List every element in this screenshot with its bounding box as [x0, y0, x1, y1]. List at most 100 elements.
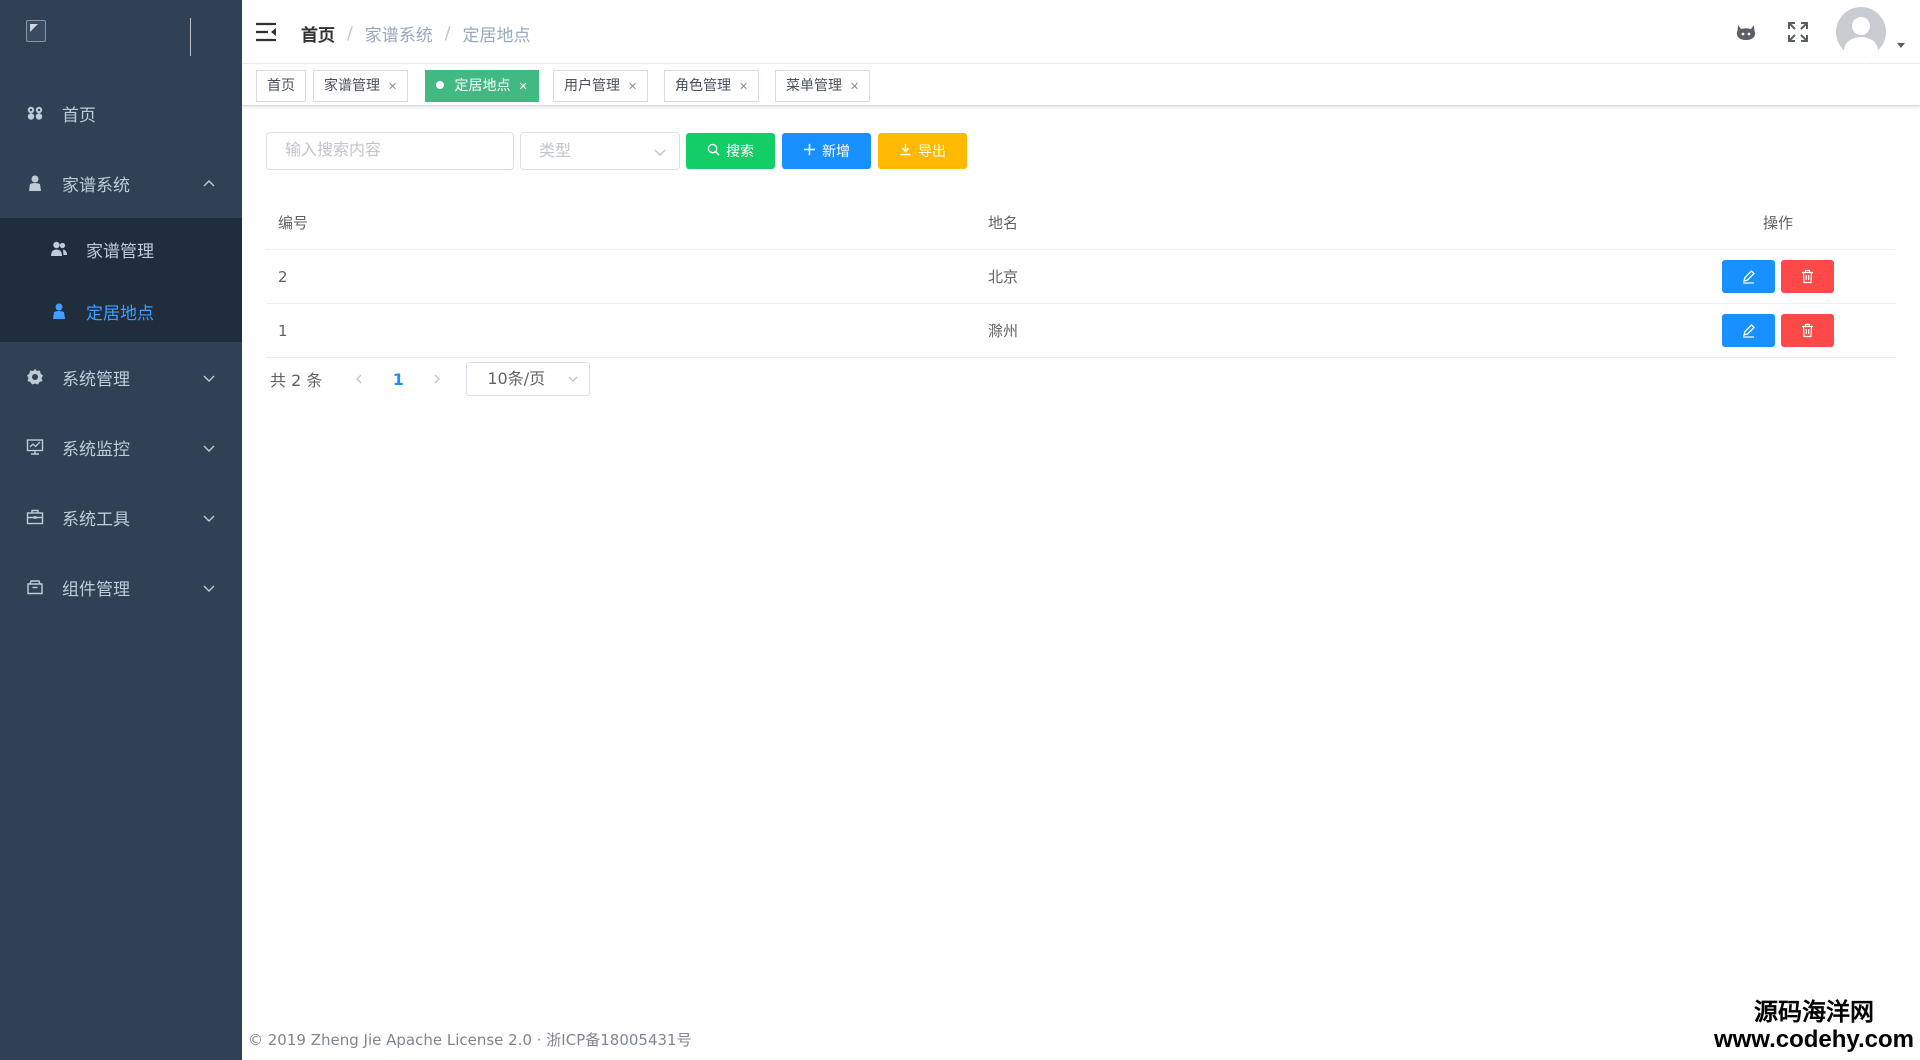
tag-label: 用户管理 — [564, 78, 620, 94]
sidebar-item-component-management[interactable]: 组件管理 — [0, 552, 242, 622]
add-button[interactable]: 新增 — [782, 133, 871, 169]
cell-id: 2 — [278, 267, 288, 286]
chevron-up-icon — [202, 176, 216, 190]
tags-view: 首页 家谱管理 ✕ 定居地点 ✕ 用户管理 ✕ 角色管理 ✕ 菜单管理 ✕ — [242, 64, 1920, 106]
user-icon — [24, 172, 46, 194]
chevron-right-icon[interactable] — [422, 364, 452, 394]
column-header-name: 地名 — [988, 214, 1019, 232]
type-select[interactable]: 类型 — [520, 132, 680, 170]
trash-icon — [1802, 323, 1813, 338]
filter-bar: 类型 搜索 新增 导出 — [266, 132, 967, 170]
data-table: 编号 地名 操作 2 北京 1 滁州 — [266, 196, 1896, 358]
sidebar-item-home[interactable]: 首页 — [0, 78, 242, 148]
gear-icon — [24, 366, 46, 388]
tag-role-management[interactable]: 角色管理 ✕ — [664, 70, 760, 102]
close-icon[interactable]: ✕ — [388, 72, 397, 102]
edit-icon — [1743, 270, 1755, 284]
sidebar-item-label: 系统工具 — [62, 509, 130, 530]
edit-button[interactable] — [1722, 260, 1775, 293]
peoples-icon — [48, 238, 70, 260]
caret-down-icon[interactable] — [1896, 40, 1906, 50]
cell-name: 滁州 — [988, 322, 1019, 340]
chevron-down-icon — [202, 580, 216, 594]
sidebar-item-label: 系统监控 — [62, 439, 130, 460]
monitor-icon — [24, 436, 46, 458]
edit-button[interactable] — [1722, 314, 1775, 347]
toolbox-icon — [24, 506, 46, 528]
chevron-down-icon — [202, 440, 216, 454]
close-icon[interactable]: ✕ — [739, 72, 748, 102]
sidebar-item-genealogy-management[interactable]: 家谱管理 — [0, 218, 242, 280]
logo-divider — [190, 18, 191, 56]
search-input[interactable] — [266, 132, 514, 170]
search-button[interactable]: 搜索 — [686, 133, 775, 169]
sidebar-item-settlement-location[interactable]: 定居地点 — [0, 280, 242, 342]
sidebar-item-label: 家谱系统 — [62, 175, 130, 196]
tag-menu-management[interactable]: 菜单管理 ✕ — [775, 70, 871, 102]
user-icon — [48, 300, 70, 322]
plus-icon — [803, 143, 816, 159]
github-icon[interactable] — [1732, 18, 1760, 46]
close-icon[interactable]: ✕ — [628, 72, 637, 102]
breadcrumb-separator: / — [444, 23, 451, 44]
breadcrumb-item-home[interactable]: 首页 — [301, 21, 335, 46]
search-button-label: 搜索 — [726, 143, 754, 159]
tag-label: 菜单管理 — [786, 78, 842, 94]
sidebar-item-system-tools[interactable]: 系统工具 — [0, 482, 242, 552]
table-row: 1 滁州 — [266, 304, 1896, 358]
chevron-left-icon[interactable] — [344, 364, 374, 394]
breadcrumb-separator: / — [347, 23, 353, 44]
sidebar-item-label: 首页 — [62, 105, 96, 126]
watermark-title: 源码海洋网 — [1753, 998, 1874, 1026]
sidebar-item-system-monitor[interactable]: 系统监控 — [0, 412, 242, 482]
watermark-url: www.codehy.com — [1713, 1026, 1914, 1053]
main-area: 首页 / 家谱系统 / 定居地点 首页 家谱管理 ✕ 定居地点 ✕ 用户管理 ✕… — [242, 0, 1920, 1060]
page-size-select[interactable]: 10条/页 — [466, 362, 591, 396]
avatar[interactable] — [1836, 7, 1886, 57]
download-icon — [899, 143, 912, 159]
tag-label: 首页 — [267, 78, 295, 94]
tag-settlement-location[interactable]: 定居地点 ✕ — [425, 70, 539, 102]
sidebar-item-label: 家谱管理 — [86, 241, 154, 262]
chevron-down-icon — [654, 149, 666, 156]
sidebar-item-genealogy-system[interactable]: 家谱系统 — [0, 148, 242, 218]
hamburger-menu-icon[interactable] — [254, 20, 278, 44]
breadcrumb-item-current: 定居地点 — [462, 26, 531, 46]
footer-copyright: © 2019 Zheng Jie Apache License 2.0 · 浙I… — [248, 1031, 692, 1049]
table-row: 2 北京 — [266, 250, 1896, 304]
cell-operations — [1660, 260, 1896, 293]
sidebar-item-label: 系统管理 — [62, 369, 130, 390]
column-header-operation: 操作 — [1762, 214, 1793, 232]
watermark: 源码海洋网 www.codehy.com — [1714, 998, 1914, 1054]
tag-label: 定居地点 — [454, 78, 511, 94]
edit-icon — [1743, 324, 1755, 338]
page-number-current[interactable]: 1 — [374, 370, 422, 389]
dashboard-icon — [24, 102, 46, 124]
breadcrumb-item-genealogy-system: 家谱系统 — [364, 26, 433, 46]
logo-area — [0, 0, 242, 78]
sidebar-item-system-management[interactable]: 系统管理 — [0, 342, 242, 412]
navbar: 首页 / 家谱系统 / 定居地点 — [242, 0, 1920, 64]
trash-icon — [1802, 269, 1813, 284]
tag-user-management[interactable]: 用户管理 ✕ — [553, 70, 649, 102]
tag-genealogy-management[interactable]: 家谱管理 ✕ — [313, 70, 409, 102]
column-header-id: 编号 — [278, 214, 309, 232]
chevron-down-icon — [568, 376, 578, 382]
sidebar-item-label: 定居地点 — [86, 303, 154, 324]
sidebar-item-label: 组件管理 — [62, 579, 130, 600]
close-icon[interactable]: ✕ — [850, 72, 859, 102]
close-icon[interactable]: ✕ — [518, 72, 527, 102]
chevron-down-icon — [202, 370, 216, 384]
export-button[interactable]: 导出 — [878, 133, 967, 169]
add-button-label: 新增 — [822, 143, 850, 159]
breadcrumb: 首页 / 家谱系统 / 定居地点 — [301, 21, 531, 47]
submenu-genealogy: 家谱管理 定居地点 — [0, 218, 242, 342]
component-icon — [24, 576, 46, 598]
export-button-label: 导出 — [918, 143, 946, 159]
table-header: 编号 地名 操作 — [266, 196, 1896, 250]
fullscreen-icon[interactable] — [1784, 18, 1812, 46]
cell-id: 1 — [278, 321, 288, 340]
delete-button[interactable] — [1781, 260, 1834, 293]
delete-button[interactable] — [1781, 314, 1834, 347]
tag-home[interactable]: 首页 — [256, 70, 306, 102]
